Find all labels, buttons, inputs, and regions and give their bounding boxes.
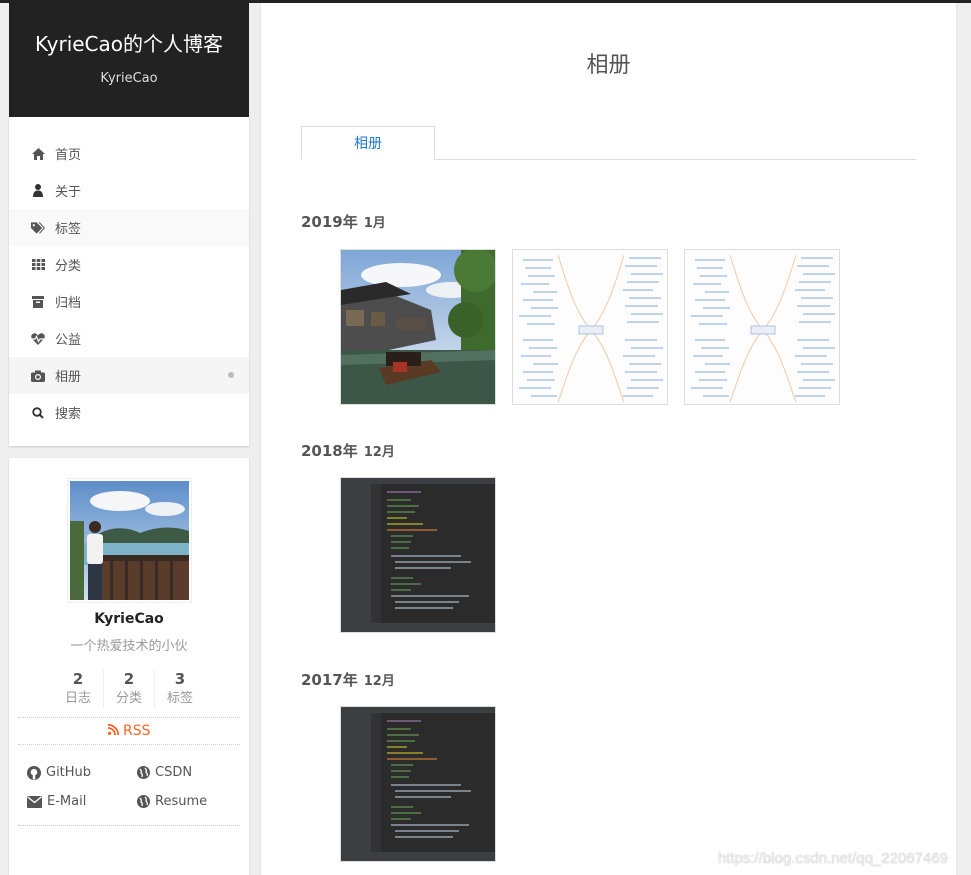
section-year: 2017年 [301, 671, 358, 689]
author-stats: 2 日志 2 分类 3 标签 [9, 670, 249, 708]
menu-item-categories[interactable]: 分类 [9, 246, 249, 283]
active-indicator [228, 372, 234, 378]
stat-tags[interactable]: 3 标签 [154, 670, 205, 708]
stat-categories[interactable]: 2 分类 [102, 670, 154, 708]
author-description: 一个热爱技术的小伙 [70, 639, 188, 654]
photo-mindmap-1[interactable] [512, 249, 668, 405]
site-subtitle: KyrieCao [100, 71, 158, 86]
photo-code-screenshot-2[interactable] [340, 706, 496, 862]
csdn-link[interactable]: CSDN [137, 765, 247, 780]
menu-item-search[interactable]: 搜索 [9, 394, 249, 431]
menu-label: 首页 [55, 148, 82, 163]
menu-label: 归档 [55, 296, 82, 311]
sidebar-menu: 首页 关于 标签 分类 归档 公益 相册 搜索 [9, 117, 249, 446]
stat-count: 3 [174, 670, 186, 688]
stat-count: 2 [72, 670, 84, 688]
avatar [66, 478, 192, 603]
section-year: 2019年 [301, 213, 358, 231]
site-brand[interactable]: KyrieCao的个人博客 KyrieCao [9, 3, 249, 117]
menu-item-about[interactable]: 关于 [9, 172, 249, 209]
rss-link[interactable]: RSS [18, 717, 240, 745]
menu-item-charity[interactable]: 公益 [9, 320, 249, 357]
main-content: 相册 相册 2019年 1月 2018年 12月 2017年 12月 https… [261, 3, 956, 875]
menu-label: 搜索 [55, 407, 82, 422]
section-month: 12月 [363, 445, 395, 460]
divider [18, 825, 240, 826]
menu-label: 关于 [55, 185, 82, 200]
grid-icon [31, 258, 45, 272]
archive-icon [31, 295, 45, 309]
section-2018-12: 2018年 12月 [301, 440, 395, 461]
rss-label: RSS [122, 723, 151, 739]
page-title: 相册 [586, 53, 631, 78]
stat-count: 2 [123, 670, 135, 688]
link-label: CSDN [155, 765, 193, 780]
photo-water-town[interactable] [340, 249, 496, 405]
globe-icon [137, 766, 150, 779]
section-2017-12: 2017年 12月 [301, 669, 395, 690]
photo-image [513, 250, 667, 404]
author-name: KyrieCao [94, 611, 164, 627]
stat-posts[interactable]: 2 日志 [53, 670, 103, 708]
album-tabs: 相册 [301, 126, 916, 160]
rss-icon [107, 723, 119, 736]
photo-image [685, 250, 839, 404]
section-2019-01: 2019年 1月 [301, 211, 386, 232]
menu-item-archives[interactable]: 归档 [9, 283, 249, 320]
author-profile: KyrieCao 一个热爱技术的小伙 2 日志 2 分类 3 标签 RSS Gi… [9, 458, 249, 875]
photo-mindmap-2[interactable] [684, 249, 840, 405]
link-label: GitHub [46, 765, 92, 780]
watermark: https://blog.csdn.net/qq_22067469 [717, 850, 948, 867]
email-link[interactable]: E-Mail [27, 794, 137, 809]
search-icon [31, 406, 45, 420]
tab-album[interactable]: 相册 [301, 126, 435, 160]
github-link[interactable]: GitHub [27, 765, 137, 780]
globe-icon [137, 795, 150, 808]
section-month: 1月 [363, 216, 386, 231]
stat-label: 分类 [115, 691, 142, 706]
photo-image [341, 250, 495, 404]
stat-label: 日志 [64, 691, 91, 706]
site-title[interactable]: KyrieCao的个人博客 [9, 31, 249, 57]
envelope-icon [27, 795, 42, 808]
link-label: Resume [155, 794, 208, 809]
menu-item-home[interactable]: 首页 [9, 135, 249, 172]
photo-image [341, 478, 495, 632]
photo-image [341, 707, 495, 861]
github-icon [27, 765, 41, 780]
menu-item-album[interactable]: 相册 [9, 357, 249, 394]
menu-label: 标签 [55, 222, 82, 237]
photo-code-screenshot-1[interactable] [340, 477, 496, 633]
tags-icon [31, 221, 45, 235]
section-year: 2018年 [301, 442, 358, 460]
section-month: 12月 [363, 674, 395, 689]
heartbeat-icon [31, 332, 45, 346]
menu-label: 分类 [55, 259, 82, 274]
menu-label: 相册 [55, 370, 82, 385]
user-icon [31, 184, 45, 198]
home-icon [31, 147, 45, 161]
camera-icon [31, 369, 45, 383]
link-label: E-Mail [47, 794, 87, 809]
avatar-photo [69, 481, 189, 600]
social-links: GitHub CSDN E-Mail Resume [27, 765, 249, 809]
menu-item-tags[interactable]: 标签 [9, 209, 249, 246]
menu-label: 公益 [55, 333, 82, 348]
resume-link[interactable]: Resume [137, 794, 247, 809]
scrollbar[interactable] [957, 3, 971, 875]
stat-label: 标签 [167, 691, 194, 706]
